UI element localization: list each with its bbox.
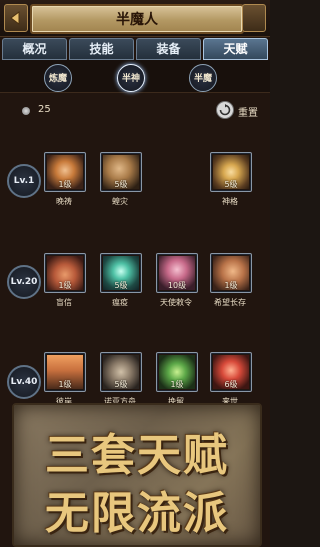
banner-line-1: 三套天赋 xyxy=(45,430,229,481)
talent-level: 6级 xyxy=(224,380,238,389)
tree-toggle-half-demon[interactable]: 半魔 xyxy=(189,64,217,92)
talent-tree-selector: 炼魔 半神 半魔 xyxy=(0,60,270,93)
tab-overview[interactable]: 概况 xyxy=(2,38,67,60)
talent-level: 5级 xyxy=(114,180,128,189)
talent-level: 1级 xyxy=(58,380,72,389)
talent-level: 5级 xyxy=(224,180,238,189)
corner-ornament-icon xyxy=(242,4,266,32)
talent-level: 5级 xyxy=(114,281,128,290)
refresh-icon xyxy=(219,104,231,116)
tree-label: 炼魔 xyxy=(48,74,67,84)
level-marker-1: Lv.1 xyxy=(7,164,41,198)
talent-level: 5级 xyxy=(114,380,128,389)
talent-name: 晚祷 xyxy=(56,197,72,206)
tab-talents[interactable]: 天赋 xyxy=(203,38,268,60)
back-button[interactable] xyxy=(4,4,28,32)
reset-button[interactable]: 重置 xyxy=(238,104,258,119)
talent-slot[interactable]: 5级 xyxy=(100,253,142,293)
talent-slot[interactable]: 1级 xyxy=(44,253,86,293)
talent-slot[interactable]: 10级 xyxy=(156,253,198,293)
talent-slot[interactable]: 1级 xyxy=(44,352,86,392)
tab-skills[interactable]: 技能 xyxy=(69,38,134,60)
talent-name: 希望长存 xyxy=(214,298,246,307)
talent-slot[interactable]: 1级 xyxy=(156,352,198,392)
tree-label: 半魔 xyxy=(193,74,212,84)
talent-slot[interactable]: 1级 xyxy=(210,253,252,293)
level-marker-20: Lv.20 xyxy=(7,265,41,299)
title-plate: 半魔人 xyxy=(30,4,244,34)
talent-slot[interactable]: 5级 xyxy=(100,152,142,192)
talent-name: 天使敕令 xyxy=(160,298,192,307)
tab-bar: 概况 技能 装备 天赋 xyxy=(2,38,268,60)
talent-level: 10级 xyxy=(167,281,187,290)
talent-points-value: 25 xyxy=(38,104,51,115)
page-title: 半魔人 xyxy=(116,12,158,28)
talent-point-icon xyxy=(22,107,30,115)
talent-name: 盲信 xyxy=(56,298,72,307)
tab-equipment[interactable]: 装备 xyxy=(136,38,201,60)
talent-slot[interactable]: 5级 xyxy=(210,152,252,192)
talent-slot[interactable]: 1级 xyxy=(44,152,86,192)
back-arrow-icon xyxy=(10,11,20,25)
banner-line-2: 无限流派 xyxy=(45,488,229,539)
tree-label: 半神 xyxy=(121,74,140,84)
talent-level: 1级 xyxy=(170,380,184,389)
tree-toggle-demigod[interactable]: 半神 xyxy=(117,64,145,92)
talent-level: 1级 xyxy=(58,180,72,189)
talent-level: 1级 xyxy=(224,281,238,290)
talent-name: 瘟疫 xyxy=(112,298,128,307)
talent-slot[interactable]: 6级 xyxy=(210,352,252,392)
tree-toggle-demon-forging[interactable]: 炼魔 xyxy=(44,64,72,92)
title-bar: 半魔人 xyxy=(0,0,270,37)
talent-name: 蝗灾 xyxy=(112,197,128,206)
talent-name: 神格 xyxy=(222,197,238,206)
reset-icon[interactable] xyxy=(216,101,234,119)
promo-banner: 三套天赋 无限流派 xyxy=(12,403,262,547)
talent-slot[interactable]: 5级 xyxy=(100,352,142,392)
level-marker-40: Lv.40 xyxy=(7,365,41,399)
talent-level: 1级 xyxy=(58,281,72,290)
game-screen: 半魔人 概况 技能 装备 天赋 炼魔 半神 半魔 25 重置 Lv.1 Lv.2… xyxy=(0,0,270,547)
